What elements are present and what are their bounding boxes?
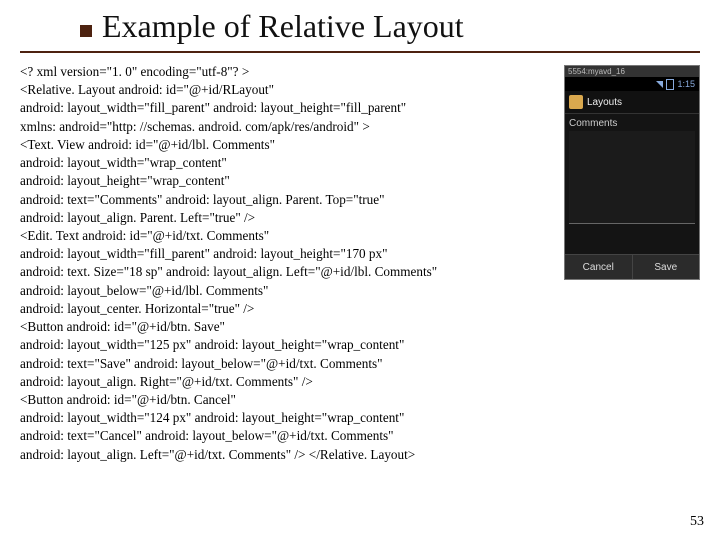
title-underline bbox=[20, 51, 700, 53]
status-bar: 1:15 bbox=[565, 77, 699, 91]
app-bar: Layouts bbox=[565, 91, 699, 114]
page-number: 53 bbox=[690, 514, 704, 530]
cancel-button[interactable]: Cancel bbox=[565, 255, 632, 279]
page-title: Example of Relative Layout bbox=[102, 8, 464, 45]
slide: Example of Relative Layout <? xml versio… bbox=[0, 0, 720, 540]
phone-screenshot: 5554:myavd_16 1:15 Layouts Comments Canc… bbox=[564, 65, 700, 280]
comments-label: Comments bbox=[569, 118, 695, 129]
title-row: Example of Relative Layout bbox=[80, 8, 700, 45]
xml-code-block: <? xml version="1. 0" encoding="utf-8"? … bbox=[20, 63, 564, 464]
title-bullet-icon bbox=[80, 25, 92, 37]
layout-body: Comments bbox=[565, 114, 699, 254]
content-row: <? xml version="1. 0" encoding="utf-8"? … bbox=[20, 63, 700, 464]
button-bar: Cancel Save bbox=[565, 254, 699, 279]
save-button[interactable]: Save bbox=[632, 255, 700, 279]
emulator-label: 5554:myavd_16 bbox=[568, 67, 625, 76]
battery-icon bbox=[666, 79, 674, 90]
signal-icon bbox=[656, 81, 663, 88]
app-title: Layouts bbox=[587, 97, 622, 108]
status-time: 1:15 bbox=[677, 79, 695, 89]
app-icon bbox=[569, 95, 583, 109]
comments-edittext[interactable] bbox=[569, 131, 695, 224]
emulator-titlebar: 5554:myavd_16 bbox=[565, 66, 699, 77]
